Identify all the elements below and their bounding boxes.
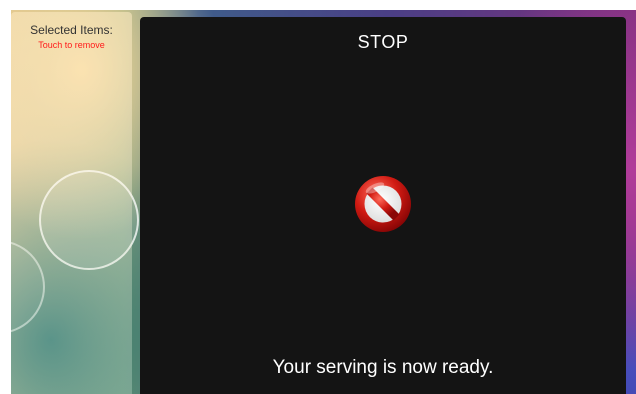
status-title: STOP bbox=[357, 32, 409, 52]
status-panel: STOP Your serving is now ready. bbox=[140, 17, 626, 394]
selected-items-title: Selected Items: bbox=[30, 23, 113, 37]
ready-message: Your serving is now ready. bbox=[272, 357, 494, 378]
stop-icon bbox=[355, 176, 411, 232]
touch-to-remove-hint: Touch to remove bbox=[38, 40, 105, 50]
selected-items-panel[interactable]: Selected Items: Touch to remove bbox=[11, 12, 132, 394]
